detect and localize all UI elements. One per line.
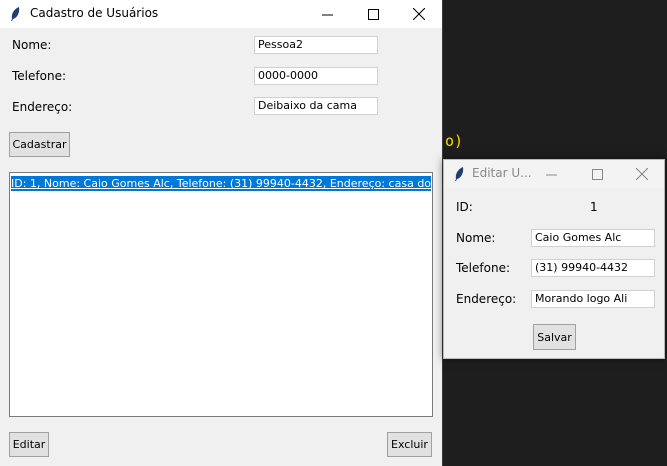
close-icon [636, 168, 648, 180]
edit-window-titlebar[interactable]: Editar U... [444, 160, 664, 188]
id-value: 1 [590, 200, 598, 214]
feather-icon [11, 7, 20, 21]
id-label: ID: [456, 200, 473, 214]
excluir-button[interactable]: Excluir [387, 432, 432, 457]
minimize-icon [321, 14, 333, 15]
maximize-button[interactable] [350, 0, 396, 28]
minimize-button[interactable] [528, 160, 574, 188]
edit-nome-field[interactable]: Caio Gomes Alc [531, 229, 655, 247]
edit-telefone-field[interactable]: (31) 99940-4432 [531, 259, 655, 277]
endereco-label: Endereço: [456, 292, 517, 306]
editar-button[interactable]: Editar [9, 432, 49, 457]
telefone-label: Telefone: [12, 69, 66, 83]
close-icon [413, 8, 425, 20]
nome-label: Nome: [456, 231, 496, 245]
edit-window: Editar U... ID: 1 Nome: Caio Gomes Alc T… [443, 159, 665, 359]
minimize-icon [545, 174, 557, 175]
maximize-icon [367, 8, 379, 20]
minimize-button[interactable] [304, 0, 350, 28]
list-item[interactable]: ID: 1, Nome: Caio Gomes Alc, Telefone: (… [11, 176, 431, 191]
users-listbox[interactable]: ID: 1, Nome: Caio Gomes Alc, Telefone: (… [9, 172, 433, 417]
nome-field[interactable]: Pessoa2 [254, 36, 378, 54]
endereco-field[interactable]: Deibaixo da cama [254, 97, 378, 115]
main-window-title: Cadastro de Usuários [30, 6, 159, 20]
main-window: Cadastro de Usuários Nome: Pessoa2 Telef… [0, 0, 443, 466]
endereco-label: Endereço: [12, 100, 73, 114]
feather-icon [455, 167, 464, 181]
background-code-fragment: o) [445, 132, 464, 150]
maximize-button[interactable] [574, 160, 620, 188]
main-window-titlebar[interactable]: Cadastro de Usuários [0, 0, 442, 28]
telefone-field[interactable]: 0000-0000 [254, 67, 378, 85]
edit-endereco-field[interactable]: Morando logo Ali [531, 290, 655, 308]
telefone-label: Telefone: [456, 261, 510, 275]
maximize-icon [591, 168, 603, 180]
cadastrar-button[interactable]: Cadastrar [9, 132, 70, 157]
close-button[interactable] [396, 0, 442, 28]
salvar-button[interactable]: Salvar [533, 324, 576, 350]
nome-label: Nome: [12, 38, 52, 52]
close-button[interactable] [619, 160, 665, 188]
edit-window-title: Editar U... [472, 166, 532, 180]
